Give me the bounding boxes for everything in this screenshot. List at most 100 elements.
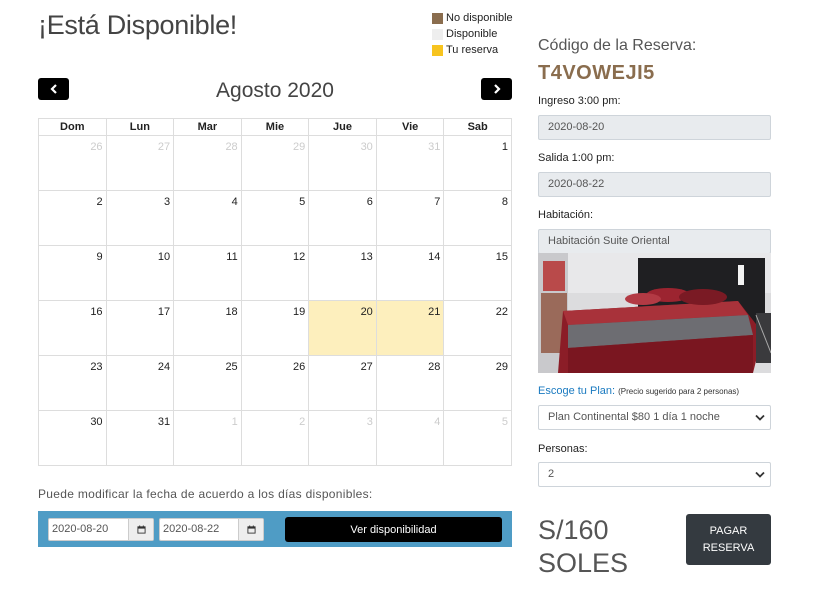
calendar-day-other-month: 31 [375, 135, 445, 191]
legend-swatch-available [432, 28, 443, 40]
calendar-icon[interactable] [239, 519, 263, 540]
calendar-day-other-month: 29 [240, 135, 310, 191]
reservation-code: T4VOWEJI5 [538, 62, 655, 84]
checkin-field: 2020-08-20 [538, 115, 771, 140]
plan-select[interactable]: Plan Continental $80 1 día 1 noche [538, 405, 771, 430]
availability-legend: No disponible Disponible Tu reserva [432, 10, 513, 58]
room-photo-illustration [538, 253, 771, 373]
legend-item-your-reservation: Tu reserva [432, 42, 513, 58]
calendar-week: 26 27 28 29 30 31 1 [38, 135, 512, 191]
calendar-week: 30 31 1 2 3 4 5 [38, 410, 512, 466]
calendar-day[interactable]: 7 [375, 190, 445, 246]
calendar-day[interactable]: 16 [38, 300, 107, 356]
calendar-day[interactable]: 12 [240, 245, 310, 301]
calendar-day[interactable]: 1 [443, 135, 512, 191]
weekday-header: Lun [105, 118, 175, 136]
weekday-header: Dom [38, 118, 107, 136]
date-selection-bar: 2020-08-20 2020-08-22 Ver disponibilidad [38, 511, 512, 547]
calendar-day-other-month: 2 [240, 410, 310, 466]
calendar-day[interactable]: 30 [38, 410, 107, 466]
legend-item-available: Disponible [432, 26, 513, 42]
calendar-day[interactable]: 23 [38, 355, 107, 411]
calendar-day[interactable]: 10 [105, 245, 175, 301]
check-availability-button[interactable]: Ver disponibilidad [285, 517, 502, 542]
plan-label: Escoge tu Plan: (Precio sugerido para 2 … [538, 385, 771, 397]
calendar-day[interactable]: 9 [38, 245, 107, 301]
weekday-header: Mie [240, 118, 310, 136]
weekday-header: Vie [375, 118, 445, 136]
chevron-down-icon [755, 471, 765, 478]
end-date-input[interactable]: 2020-08-22 [160, 519, 239, 540]
persons-select-value: 2 [548, 468, 555, 480]
calendar-day[interactable]: 2 [38, 190, 107, 246]
calendar-day[interactable]: 27 [308, 355, 377, 411]
persons-label: Personas: [538, 443, 588, 455]
reservation-code-label: Código de la Reserva: [538, 37, 697, 54]
calendar-week: 23 24 25 26 27 28 29 [38, 355, 512, 411]
room-photo [538, 253, 771, 373]
calendar-day[interactable]: 14 [375, 245, 445, 301]
end-date-field[interactable]: 2020-08-22 [159, 518, 264, 541]
calendar-day[interactable]: 11 [173, 245, 242, 301]
pay-button-line2: RESERVA [702, 541, 755, 554]
calendar-day-other-month: 1 [173, 410, 242, 466]
calendar-day[interactable]: 13 [308, 245, 377, 301]
legend-label: No disponible [446, 12, 513, 24]
calendar-day[interactable]: 26 [240, 355, 310, 411]
start-date-input[interactable]: 2020-08-20 [49, 519, 129, 540]
legend-label: Disponible [446, 28, 498, 40]
persons-select[interactable]: 2 [538, 462, 771, 487]
chevron-right-icon [493, 84, 501, 94]
checkin-label: Ingreso 3:00 pm: [538, 95, 621, 107]
pay-reservation-button[interactable]: PAGAR RESERVA [686, 514, 771, 565]
month-title: Agosto 2020 [216, 79, 334, 102]
weekday-header: Jue [308, 118, 377, 136]
total-price: S/160 SOLES [538, 514, 628, 580]
start-date-field[interactable]: 2020-08-20 [48, 518, 154, 541]
pay-button-line1: PAGAR [709, 524, 748, 537]
calendar-day[interactable]: 29 [443, 355, 512, 411]
calendar-day[interactable]: 5 [240, 190, 310, 246]
next-month-button[interactable] [481, 78, 512, 100]
calendar-day[interactable]: 8 [443, 190, 512, 246]
calendar-icon[interactable] [129, 519, 153, 540]
calendar-day[interactable]: 18 [173, 300, 242, 356]
chevron-down-icon [755, 414, 765, 421]
calendar-day[interactable]: 19 [240, 300, 310, 356]
calendar-day[interactable]: 28 [375, 355, 445, 411]
plan-select-value: Plan Continental $80 1 día 1 noche [548, 411, 720, 423]
checkout-field: 2020-08-22 [538, 172, 771, 197]
calendar-day[interactable]: 3 [105, 190, 175, 246]
calendar-day[interactable]: 22 [443, 300, 512, 356]
plan-note: (Precio sugerido para 2 personas) [618, 387, 740, 396]
calendar-week: 2 3 4 5 6 7 8 [38, 190, 512, 246]
calendar-day-reserved[interactable]: 21 [375, 300, 445, 356]
calendar-day[interactable]: 15 [443, 245, 512, 301]
calendar-day-reserved[interactable]: 20 [308, 300, 377, 356]
calendar-day-other-month: 5 [443, 410, 512, 466]
calendar-day[interactable]: 4 [173, 190, 242, 246]
calendar-day[interactable]: 31 [105, 410, 175, 466]
price-amount: S/160 [538, 515, 609, 545]
calendar-grid: Dom Lun Mar Mie Jue Vie Sab 26 27 28 29 … [38, 118, 512, 466]
calendar-day-other-month: 4 [375, 410, 445, 466]
weekday-header: Sab [443, 118, 512, 136]
calendar-day[interactable]: 24 [105, 355, 175, 411]
room-field: Habitación Suite Oriental [538, 229, 771, 254]
weekday-header: Mar [173, 118, 242, 136]
calendar-day[interactable]: 25 [173, 355, 242, 411]
plan-label-text: Escoge tu Plan: [538, 385, 616, 397]
calendar-day-other-month: 30 [308, 135, 377, 191]
calendar-day-other-month: 26 [38, 135, 107, 191]
calendar-day[interactable]: 17 [105, 300, 175, 356]
weekday-row: Dom Lun Mar Mie Jue Vie Sab [38, 118, 512, 136]
legend-item-unavailable: No disponible [432, 10, 513, 26]
legend-label: Tu reserva [446, 44, 499, 56]
calendar-week: 16 17 18 19 20 21 22 [38, 300, 512, 356]
calendar-day-other-month: 28 [173, 135, 242, 191]
checkout-label: Salida 1:00 pm: [538, 152, 615, 164]
calendar-day[interactable]: 6 [308, 190, 377, 246]
calendar-header: Agosto 2020 [38, 77, 512, 107]
calendar-week: 9 10 11 12 13 14 15 [38, 245, 512, 301]
price-currency: SOLES [538, 548, 629, 578]
